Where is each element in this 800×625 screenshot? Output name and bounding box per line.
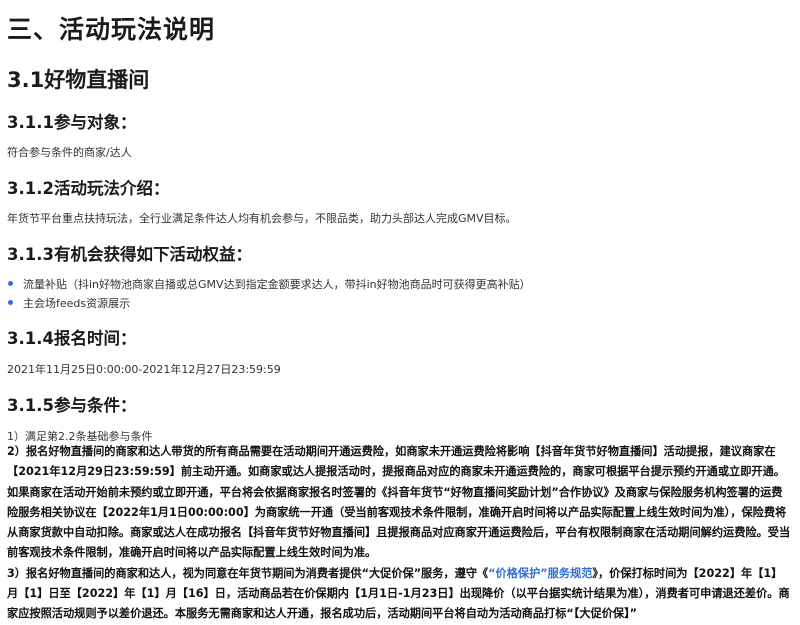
intro-text: 年货节平台重点扶持玩法，全行业满足条件达人均有机会参与，不限品类，助力头部达人完…	[7, 212, 517, 225]
benefits-heading: 3.1.3有机会获得如下活动权益：	[7, 245, 252, 264]
signup-time-heading: 3.1.4报名时间：	[7, 329, 137, 348]
signup-time-text: 2021年11月25日0:00:00-2021年12月27日23:59:59	[7, 363, 281, 376]
condition-3-before: 3）报名好物直播间的商家和达人，视为同意在年货节期间为消费者提供“大促价保”服务…	[7, 566, 489, 580]
bullet-icon	[8, 300, 13, 305]
participants-heading: 3.1.1参与对象：	[7, 113, 137, 132]
benefit-item: 主会场feeds资源展示	[23, 297, 131, 310]
intro-heading: 3.1.2活动玩法介绍：	[7, 179, 170, 198]
conditions-heading: 3.1.5参与条件：	[7, 396, 137, 415]
conditions-body: 2）报名好物直播间的商家和达人带货的所有商品需要在活动期间开通运费险，如商家未开…	[7, 442, 792, 625]
bullet-icon	[8, 281, 13, 286]
benefit-item: 流量补贴（抖in好物池商家自播或总GMV达到指定金额要求达人，带抖in好物池商品…	[23, 278, 531, 291]
subsection-heading: 3.1好物直播间	[7, 68, 150, 92]
condition-2: 2）报名好物直播间的商家和达人带货的所有商品需要在活动期间开通运费险，如商家未开…	[7, 445, 791, 560]
section-heading: 三、活动玩法说明	[7, 15, 216, 44]
participants-text: 符合参与条件的商家/达人	[7, 146, 132, 159]
document: 三、活动玩法说明 3.1好物直播间 3.1.1参与对象： 符合参与条件的商家/达…	[0, 0, 800, 620]
condition-3: 3）报名好物直播间的商家和达人，视为同意在年货节期间为消费者提供“大促价保”服务…	[7, 564, 792, 625]
price-protection-link[interactable]: “价格保护”服务规范	[488, 567, 592, 580]
